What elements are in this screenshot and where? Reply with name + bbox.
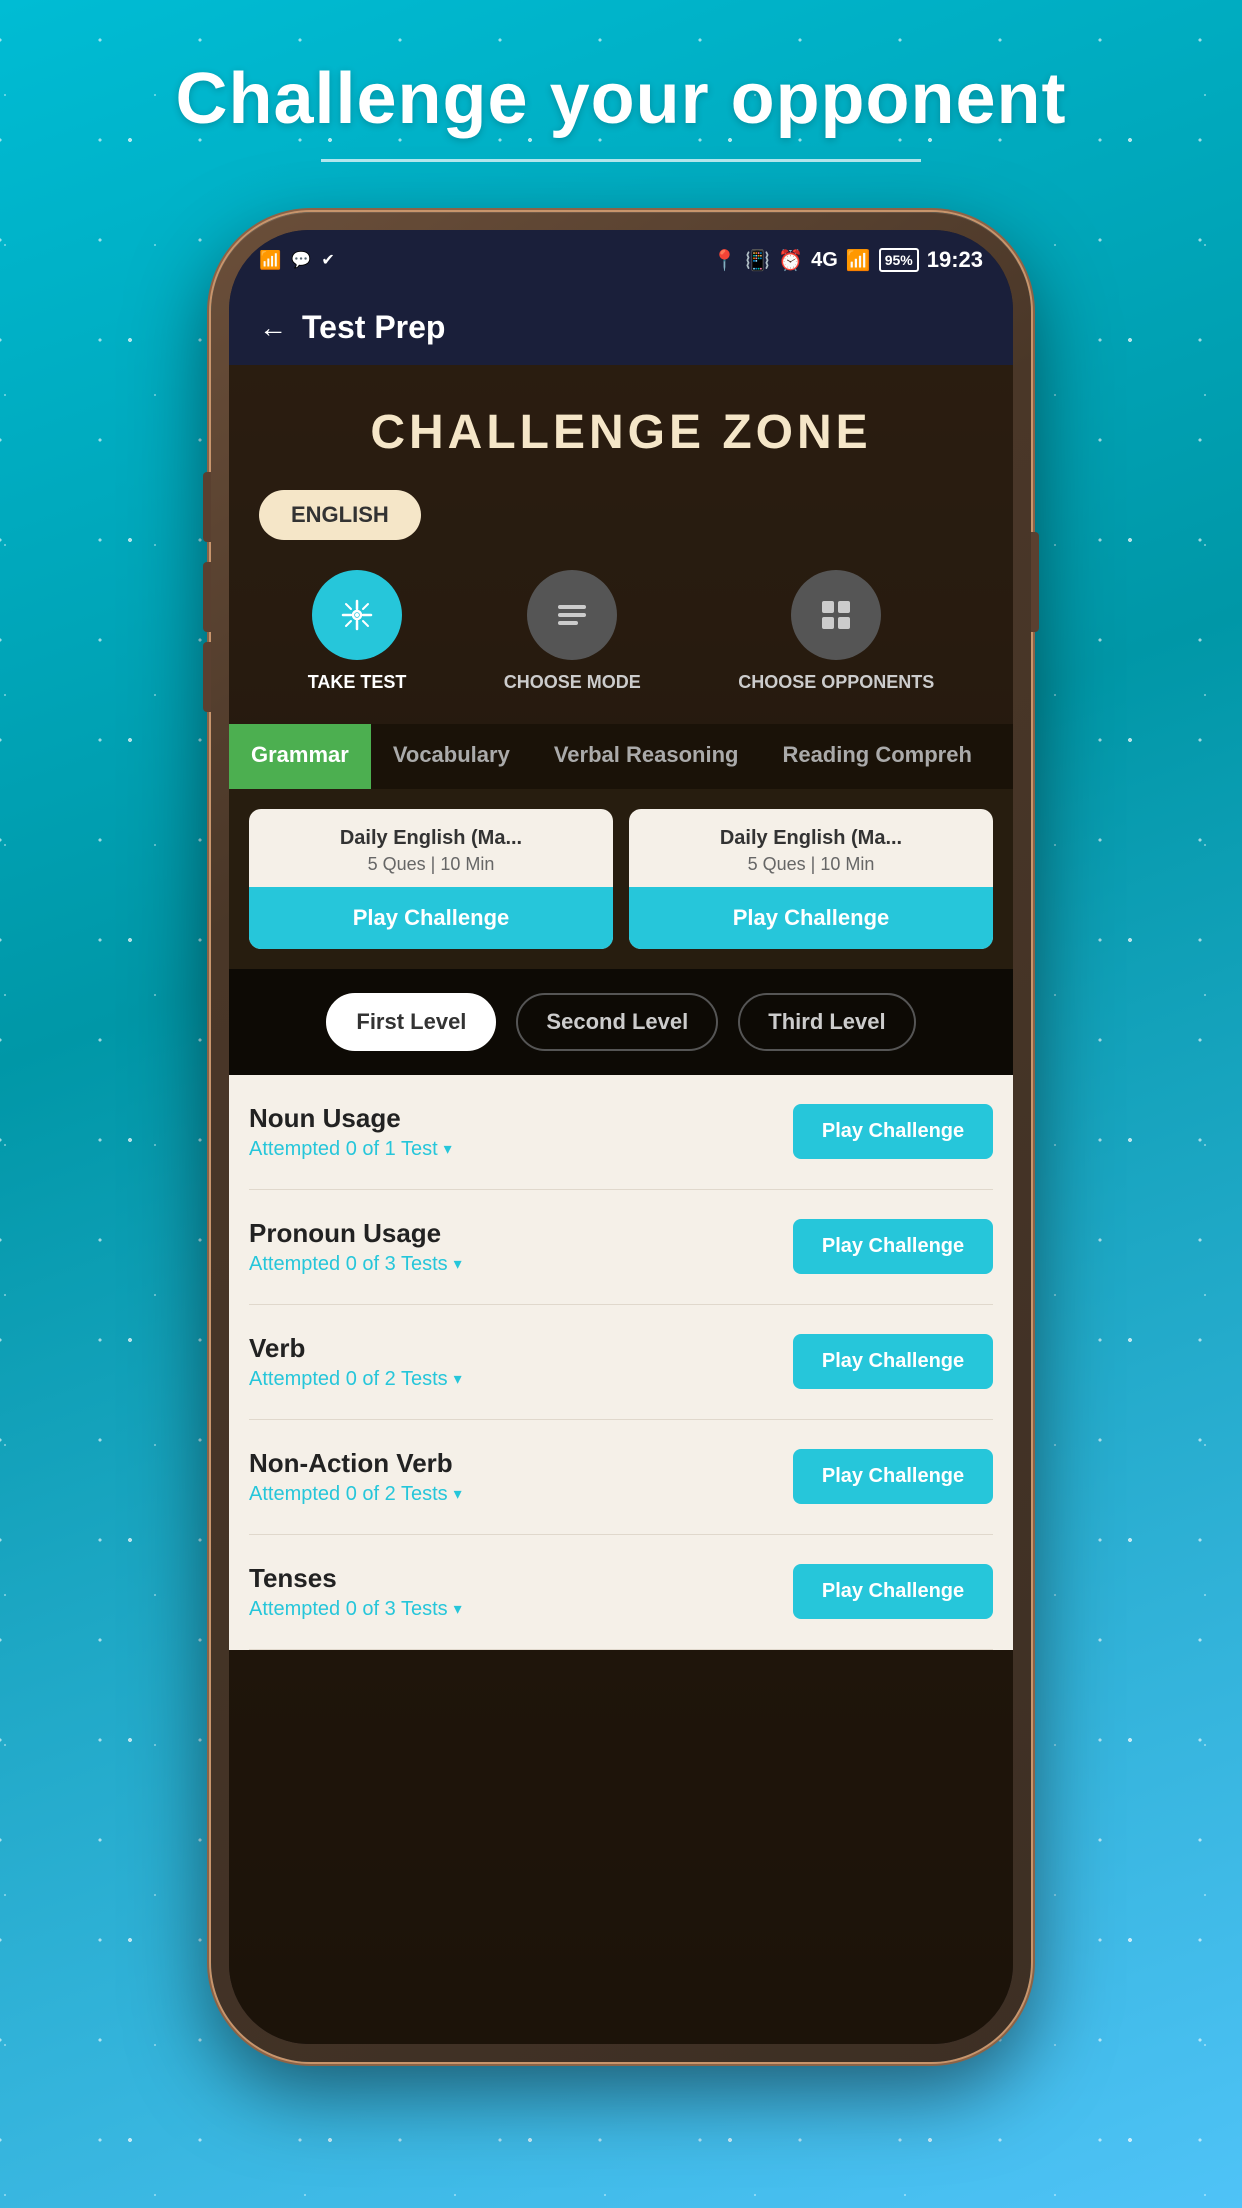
daily-card-2-meta: 5 Ques | 10 Min bbox=[645, 854, 977, 875]
topic-tenses-left: Tenses Attempted 0 of 3 Tests ▾ bbox=[249, 1563, 793, 1621]
topic-noun-play-btn[interactable]: Play Challenge bbox=[793, 1104, 993, 1159]
mode-item-take-test[interactable]: TAKE TEST bbox=[308, 570, 407, 694]
topic-noun-name: Noun Usage bbox=[249, 1103, 793, 1134]
time-display: 19:23 bbox=[927, 247, 983, 273]
subject-tabs: Grammar Vocabulary Verbal Reasoning Read… bbox=[229, 724, 1013, 789]
content-inner: CHALLENGE ZONE ENGLISH bbox=[229, 365, 1013, 1690]
daily-card-2: Daily English (Ma... 5 Ques | 10 Min Pla… bbox=[629, 809, 993, 949]
challenge-zone-header: CHALLENGE ZONE bbox=[229, 365, 1013, 480]
topic-tenses-play-btn[interactable]: Play Challenge bbox=[793, 1564, 993, 1619]
mode-item-choose-mode[interactable]: CHOOSE MODE bbox=[504, 570, 641, 694]
daily-card-2-info: Daily English (Ma... 5 Ques | 10 Min bbox=[629, 809, 993, 887]
choose-mode-icon-circle bbox=[527, 570, 617, 660]
topic-verb-attempted: Attempted 0 of 2 Tests ▾ bbox=[249, 1368, 793, 1391]
signal-bars-icon: 📶 bbox=[846, 248, 871, 273]
topic-item-pronoun: Pronoun Usage Attempted 0 of 3 Tests ▾ P… bbox=[249, 1190, 993, 1305]
level-tab-third[interactable]: Third Level bbox=[738, 993, 915, 1051]
take-test-label: TAKE TEST bbox=[308, 672, 407, 694]
choose-mode-label: CHOOSE MODE bbox=[504, 672, 641, 694]
level-tab-first[interactable]: First Level bbox=[326, 993, 496, 1051]
daily-card-1-meta: 5 Ques | 10 Min bbox=[265, 854, 597, 875]
topic-pronoun-play-btn[interactable]: Play Challenge bbox=[793, 1219, 993, 1274]
topic-item-nonaction: Non-Action Verb Attempted 0 of 2 Tests ▾… bbox=[249, 1420, 993, 1535]
nav-title: Test Prep bbox=[302, 309, 445, 346]
app-content: CHALLENGE ZONE ENGLISH bbox=[229, 365, 1013, 2044]
chevron-down-icon: ▾ bbox=[454, 1254, 462, 1274]
notification-icon: 💬 bbox=[291, 250, 311, 270]
chevron-down-icon: ▾ bbox=[444, 1139, 452, 1159]
choose-opponents-icon-circle bbox=[791, 570, 881, 660]
level-tabs: First Level Second Level Third Level bbox=[229, 969, 1013, 1075]
daily-card-1-title: Daily English (Ma... bbox=[265, 827, 597, 850]
page-header: Challenge your opponent bbox=[115, 60, 1126, 162]
daily-card-2-title: Daily English (Ma... bbox=[645, 827, 977, 850]
topic-nonaction-attempted: Attempted 0 of 2 Tests ▾ bbox=[249, 1483, 793, 1506]
daily-cards: Daily English (Ma... 5 Ques | 10 Min Pla… bbox=[229, 789, 1013, 969]
location-icon: 📍 bbox=[712, 248, 737, 273]
topic-item-noun: Noun Usage Attempted 0 of 1 Test ▾ Play … bbox=[249, 1075, 993, 1190]
topic-pronoun-name: Pronoun Usage bbox=[249, 1218, 793, 1249]
vibrate-icon: 📳 bbox=[745, 248, 770, 273]
chevron-down-icon: ▾ bbox=[454, 1369, 462, 1389]
level-tab-second[interactable]: Second Level bbox=[516, 993, 718, 1051]
tab-verbal-reasoning[interactable]: Verbal Reasoning bbox=[532, 724, 761, 789]
phone-wrapper: 📶 💬 ✔ 📍 📳 ⏰ 4G 📶 95% 19:23 bbox=[211, 212, 1031, 2062]
topic-noun-left: Noun Usage Attempted 0 of 1 Test ▾ bbox=[249, 1103, 793, 1161]
topic-nonaction-left: Non-Action Verb Attempted 0 of 2 Tests ▾ bbox=[249, 1448, 793, 1506]
topic-verb-left: Verb Attempted 0 of 2 Tests ▾ bbox=[249, 1333, 793, 1391]
topic-verb-name: Verb bbox=[249, 1333, 793, 1364]
topic-noun-attempted: Attempted 0 of 1 Test ▾ bbox=[249, 1138, 793, 1161]
topic-tenses-attempted: Attempted 0 of 3 Tests ▾ bbox=[249, 1598, 793, 1621]
title-underline bbox=[321, 159, 921, 162]
battery-indicator: 95% bbox=[879, 248, 919, 272]
tab-grammar[interactable]: Grammar bbox=[229, 724, 371, 789]
topic-pronoun-attempted: Attempted 0 of 3 Tests ▾ bbox=[249, 1253, 793, 1276]
nav-bar: ← Test Prep bbox=[229, 290, 1013, 365]
status-bar: 📶 💬 ✔ 📍 📳 ⏰ 4G 📶 95% 19:23 bbox=[229, 230, 1013, 290]
tab-vocabulary[interactable]: Vocabulary bbox=[371, 724, 532, 789]
phone-outer: 📶 💬 ✔ 📍 📳 ⏰ 4G 📶 95% 19:23 bbox=[211, 212, 1031, 2062]
chevron-down-icon: ▾ bbox=[454, 1484, 462, 1504]
alarm-icon: ⏰ bbox=[778, 248, 803, 273]
check-icon: ✔ bbox=[321, 250, 334, 270]
topic-nonaction-play-btn[interactable]: Play Challenge bbox=[793, 1449, 993, 1504]
chevron-down-icon: ▾ bbox=[454, 1599, 462, 1619]
topic-nonaction-name: Non-Action Verb bbox=[249, 1448, 793, 1479]
phone-screen: 📶 💬 ✔ 📍 📳 ⏰ 4G 📶 95% 19:23 bbox=[229, 230, 1013, 2044]
take-test-icon-circle bbox=[312, 570, 402, 660]
daily-card-2-play-btn[interactable]: Play Challenge bbox=[629, 887, 993, 949]
topic-item-verb: Verb Attempted 0 of 2 Tests ▾ Play Chall… bbox=[249, 1305, 993, 1420]
topic-verb-play-btn[interactable]: Play Challenge bbox=[793, 1334, 993, 1389]
status-left: 📶 💬 ✔ bbox=[259, 250, 335, 271]
topic-item-tenses: Tenses Attempted 0 of 3 Tests ▾ Play Cha… bbox=[249, 1535, 993, 1650]
subject-pill[interactable]: ENGLISH bbox=[259, 490, 421, 540]
signal-label: 4G bbox=[811, 249, 838, 272]
battery-percent: 95% bbox=[879, 248, 919, 272]
topic-pronoun-left: Pronoun Usage Attempted 0 of 3 Tests ▾ bbox=[249, 1218, 793, 1276]
back-button[interactable]: ← bbox=[259, 312, 287, 344]
choose-opponents-label: CHOOSE OPPONENTS bbox=[738, 672, 934, 694]
challenge-zone-title: CHALLENGE ZONE bbox=[249, 405, 993, 460]
wifi-icon: 📶 bbox=[259, 250, 281, 271]
mode-item-choose-opponents[interactable]: CHOOSE OPPONENTS bbox=[738, 570, 934, 694]
daily-card-1-info: Daily English (Ma... 5 Ques | 10 Min bbox=[249, 809, 613, 887]
topic-tenses-name: Tenses bbox=[249, 1563, 793, 1594]
topic-list: Noun Usage Attempted 0 of 1 Test ▾ Play … bbox=[229, 1075, 1013, 1650]
daily-card-1: Daily English (Ma... 5 Ques | 10 Min Pla… bbox=[249, 809, 613, 949]
daily-card-1-play-btn[interactable]: Play Challenge bbox=[249, 887, 613, 949]
mode-icons-row: TAKE TEST CHOOSE MODE bbox=[229, 560, 1013, 724]
status-right: 📍 📳 ⏰ 4G 📶 95% 19:23 bbox=[712, 247, 983, 273]
tab-reading[interactable]: Reading Compreh bbox=[760, 724, 993, 789]
page-bg-title: Challenge your opponent bbox=[175, 60, 1066, 139]
